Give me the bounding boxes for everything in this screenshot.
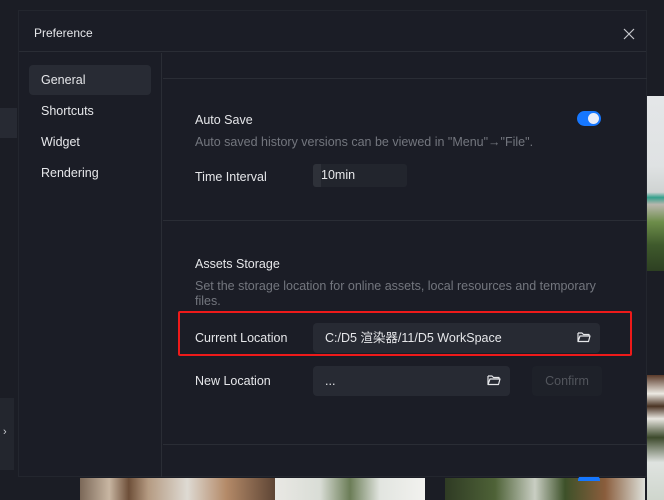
background-thumbnail [647,375,664,500]
folder-open-icon[interactable] [487,374,501,386]
close-icon [623,28,635,40]
sidebar-item-label: General [41,73,86,87]
dialog-header: Preference [19,11,646,52]
sidebar-item-shortcuts[interactable]: Shortcuts [29,96,151,126]
assets-storage-description: Set the storage location for online asse… [195,279,596,308]
close-button[interactable] [622,27,636,41]
section-divider [163,444,647,445]
preference-sidebar: General Shortcuts Widget Rendering [19,53,162,477]
content-top-strip [163,53,647,79]
auto-save-description: Auto saved history versions can be viewe… [195,135,534,149]
current-location-value: C:/D5 渲染器/11/D5 WorkSpace [325,331,502,345]
time-interval-label: Time Interval [195,170,267,184]
section-divider [163,220,647,221]
dialog-title: Preference [34,26,93,40]
chevron-right-icon: › [3,426,7,438]
current-location-label: Current Location [195,331,288,345]
time-interval-input[interactable]: 10min [313,164,407,187]
sidebar-item-label: Rendering [41,166,99,180]
new-location-label: New Location [195,374,271,388]
sidebar-item-general[interactable]: General [29,65,151,95]
preference-content: Auto Save Auto saved history versions ca… [163,53,647,477]
sidebar-item-rendering[interactable]: Rendering [29,158,151,188]
background-thumbnail [445,478,645,500]
background-panel-tab [0,108,17,138]
sidebar-item-widget[interactable]: Widget [29,127,151,157]
time-interval-value: 10min [321,168,356,182]
confirm-button[interactable]: Confirm [532,366,602,396]
current-location-field[interactable]: C:/D5 渲染器/11/D5 WorkSpace [313,323,600,353]
assets-storage-title: Assets Storage [195,257,280,271]
preference-dialog: Preference General Shortcuts Widget Rend… [18,10,647,477]
new-location-value: ... [325,374,336,388]
toggle-knob [588,113,599,124]
auto-save-toggle[interactable] [577,111,601,126]
new-location-field[interactable]: ... [313,366,510,396]
sidebar-item-label: Widget [41,135,80,149]
sidebar-item-label: Shortcuts [41,104,94,118]
background-thumbnail [80,478,275,500]
background-thumbnail [275,478,425,500]
auto-save-title: Auto Save [195,113,253,127]
expand-panel-handle[interactable]: › [0,398,14,470]
folder-open-icon[interactable] [577,331,591,343]
background-thumbnail [647,96,664,271]
input-stepper-edge [313,164,321,187]
